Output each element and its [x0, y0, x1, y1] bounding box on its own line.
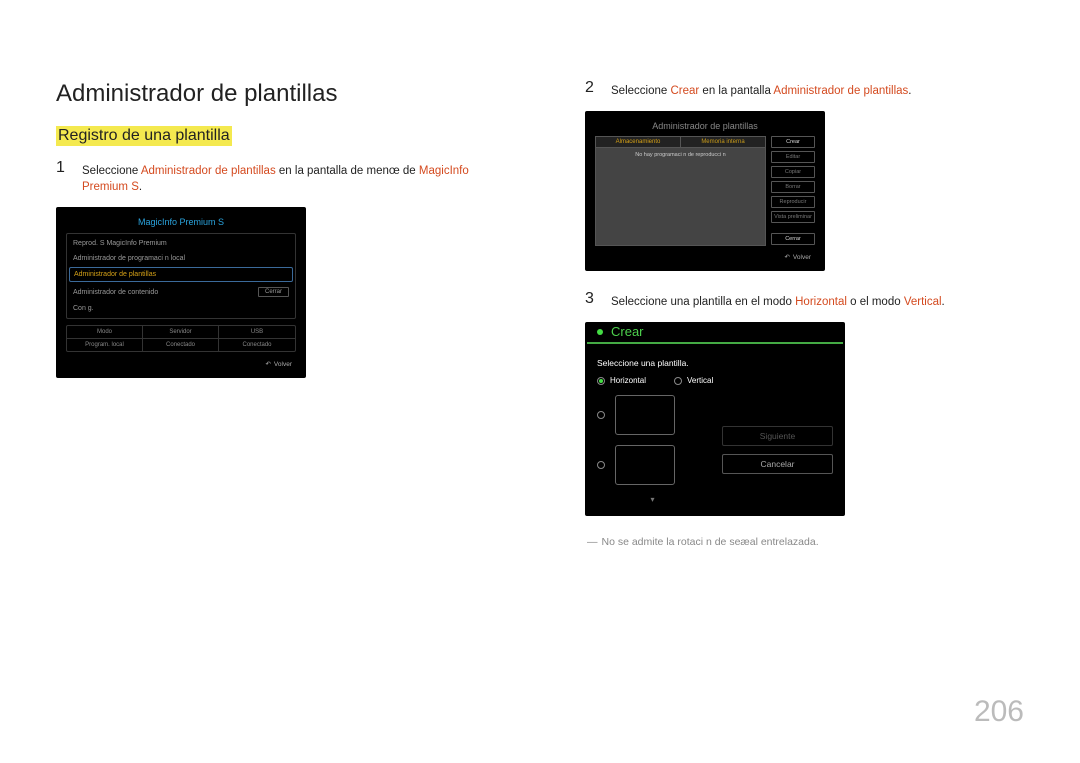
step-number: 3: [585, 291, 597, 310]
indicator-dot-icon: [597, 329, 603, 335]
radio-vertical: Vertical: [674, 376, 713, 385]
panel1-title: MagicInfo Premium S: [66, 217, 296, 227]
step-1: 1 Seleccione Administrador de plantillas…: [56, 160, 495, 195]
close-button: Cerrar: [771, 233, 815, 245]
template-thumbnail: [615, 445, 675, 485]
panel2-content-area: Almacenamiento Memoria interna No hay pr…: [595, 136, 766, 246]
section-heading: Registro de una plantilla: [56, 126, 232, 146]
edit-button: Editar: [771, 151, 815, 163]
close-button: Cerrar: [258, 287, 289, 297]
step-text: Seleccione Crear en la pantalla Administ…: [611, 80, 911, 99]
dash-icon: ―: [587, 536, 598, 548]
screenshot-magicinfo-menu: MagicInfo Premium S Reprod. S MagicInfo …: [56, 207, 306, 378]
menu-item: Administrador de programaci n local: [67, 251, 295, 266]
menu-item: Con g.: [67, 301, 295, 316]
step-number: 2: [585, 80, 597, 99]
panel1-menu-list: Reprod. S MagicInfo Premium Administrado…: [66, 233, 296, 319]
create-button: Crear: [771, 136, 815, 148]
footnote: ―No se admite la rotaci n de seæal entre…: [587, 536, 1024, 548]
radio-dot-icon: [597, 461, 605, 469]
delete-button: Borrar: [771, 181, 815, 193]
return-label: Volver: [595, 251, 815, 261]
left-column: Administrador de plantillas Registro de …: [56, 80, 495, 548]
storage-tab: Almacenamiento: [596, 137, 681, 147]
template-thumbnail: [615, 395, 675, 435]
step-text: Seleccione Administrador de plantillas e…: [82, 160, 495, 195]
create-title: Crear: [611, 324, 644, 339]
page-number: 206: [974, 695, 1024, 729]
template-option: [597, 445, 708, 485]
status-grid: Modo Servidor USB Program. local Conecta…: [66, 325, 296, 352]
chevron-down-icon: ▾: [597, 495, 708, 504]
screenshot-template-manager: Administrador de plantillas Almacenamien…: [585, 111, 825, 271]
orientation-radios: Horizontal Vertical: [597, 376, 833, 385]
template-option: [597, 395, 708, 435]
internal-memory-tab: Memoria interna: [681, 137, 765, 147]
preview-button: Vista preliminar: [771, 211, 815, 223]
play-button: Reproducir: [771, 196, 815, 208]
radio-horizontal: Horizontal: [597, 376, 646, 385]
menu-item: Administrador de contenido Cerrar: [67, 283, 295, 301]
return-label: Volver: [66, 358, 296, 368]
menu-item: Reprod. S MagicInfo Premium: [67, 236, 295, 251]
next-button: Siguiente: [722, 426, 833, 446]
radio-dot-icon: [597, 377, 605, 385]
cancel-button: Cancelar: [722, 454, 833, 474]
create-subtitle: Seleccione una plantilla.: [597, 358, 833, 368]
step-text: Seleccione una plantilla en el modo Hori…: [611, 291, 945, 310]
right-column: 2 Seleccione Crear en la pantalla Admini…: [585, 80, 1024, 548]
menu-item-selected: Administrador de plantillas: [69, 267, 293, 282]
page-title: Administrador de plantillas: [56, 80, 495, 108]
panel2-sidebar: Crear Editar Copiar Borrar Reproducir Vi…: [771, 136, 815, 246]
copy-button: Copiar: [771, 166, 815, 178]
screenshot-create-template: Crear Seleccione una plantilla. Horizont…: [585, 322, 845, 516]
step-3: 3 Seleccione una plantilla en el modo Ho…: [585, 291, 1024, 310]
step-number: 1: [56, 160, 68, 195]
radio-dot-icon: [597, 411, 605, 419]
empty-message: No hay programaci n de reproducci n: [596, 148, 765, 162]
panel2-title: Administrador de plantillas: [595, 121, 815, 131]
template-options: ▾: [597, 395, 708, 504]
step-2: 2 Seleccione Crear en la pantalla Admini…: [585, 80, 1024, 99]
radio-dot-icon: [674, 377, 682, 385]
